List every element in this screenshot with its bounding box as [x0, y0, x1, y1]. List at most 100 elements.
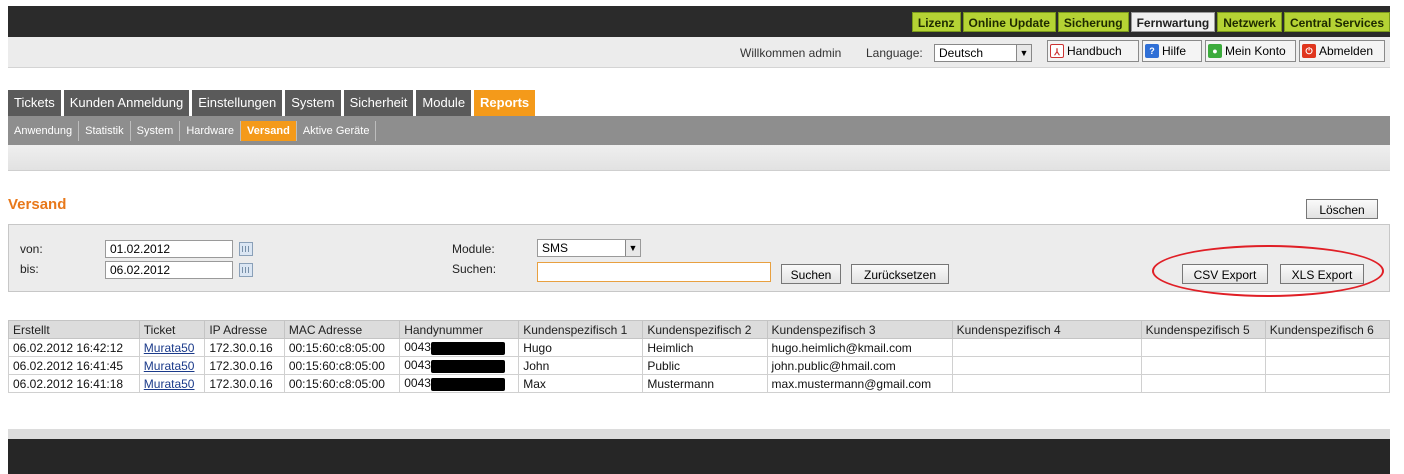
- cell-phone: 0043: [399, 356, 520, 375]
- cell-custom-4: [951, 338, 1142, 357]
- page-title: Versand: [8, 196, 67, 213]
- hilfe-label: Hilfe: [1162, 44, 1187, 58]
- welcome-text: Willkommen admin: [740, 46, 842, 60]
- column-header[interactable]: Erstellt: [8, 320, 140, 339]
- sub-tabs: Anwendung Statistik System Hardware Vers…: [8, 121, 377, 141]
- hilfe-button[interactable]: ? Hilfe: [1142, 40, 1202, 62]
- subtab-system[interactable]: System: [131, 121, 181, 141]
- tab-einstellungen[interactable]: Einstellungen: [192, 90, 283, 116]
- cell-custom-6: [1264, 356, 1391, 375]
- cell-ip: 172.30.0.16: [204, 338, 285, 357]
- account-icon: ●: [1208, 44, 1222, 58]
- column-header[interactable]: Kundenspezifisch 4: [951, 320, 1142, 339]
- subtab-hardware[interactable]: Hardware: [180, 121, 241, 141]
- language-label: Language:: [866, 46, 923, 60]
- column-header[interactable]: MAC Adresse: [283, 320, 401, 339]
- subtab-aktive-geraete[interactable]: Aktive Geräte: [297, 121, 377, 141]
- chevron-down-icon: ▼: [625, 240, 640, 256]
- cell-custom-1: Hugo: [518, 338, 644, 357]
- cell-custom-6: [1264, 374, 1391, 393]
- cell-mac: 00:15:60:c8:05:00: [283, 338, 401, 357]
- column-header[interactable]: Kundenspezifisch 2: [642, 320, 768, 339]
- topnav-sicherung[interactable]: Sicherung: [1057, 12, 1129, 32]
- column-header[interactable]: Kundenspezifisch 6: [1264, 320, 1391, 339]
- language-select[interactable]: Deutsch ▼: [934, 44, 1032, 62]
- column-header[interactable]: Kundenspezifisch 3: [766, 320, 953, 339]
- cell-ip: 172.30.0.16: [204, 356, 285, 375]
- cell-custom-4: [951, 356, 1142, 375]
- cell-ticket: Murata50: [138, 374, 206, 393]
- cell-created: 06.02.2012 16:42:12: [8, 338, 140, 357]
- cell-custom-2: Heimlich: [642, 338, 768, 357]
- tab-tickets[interactable]: Tickets: [8, 90, 61, 116]
- column-header[interactable]: Kundenspezifisch 1: [518, 320, 644, 339]
- results-table: Erstellt Ticket IP Adresse MAC Adresse H…: [8, 320, 1391, 393]
- search-input[interactable]: [537, 262, 771, 282]
- handbuch-label: Handbuch: [1067, 44, 1122, 58]
- subtab-statistik[interactable]: Statistik: [79, 121, 131, 141]
- cell-custom-6: [1264, 338, 1391, 357]
- table-row: 06.02.2012 16:41:18 Murata50 172.30.0.16…: [8, 374, 1391, 393]
- topnav-lizenz[interactable]: Lizenz: [911, 12, 961, 32]
- cell-custom-5: [1140, 374, 1266, 393]
- tab-system[interactable]: System: [285, 90, 341, 116]
- tab-reports[interactable]: Reports: [474, 90, 536, 116]
- power-icon: ⏻: [1302, 44, 1316, 58]
- mein-konto-label: Mein Konto: [1225, 44, 1286, 58]
- module-select[interactable]: SMS ▼: [537, 239, 641, 257]
- cell-mac: 00:15:60:c8:05:00: [283, 356, 401, 375]
- cell-custom-3: max.mustermann@gmail.com: [766, 374, 953, 393]
- help-icon: ?: [1145, 44, 1159, 58]
- mein-konto-button[interactable]: ● Mein Konto: [1205, 40, 1296, 62]
- cell-custom-5: [1140, 356, 1266, 375]
- topnav-netzwerk[interactable]: Netzwerk: [1217, 12, 1282, 32]
- ticket-link[interactable]: Murata50: [144, 341, 195, 355]
- tab-sicherheit[interactable]: Sicherheit: [343, 90, 414, 116]
- cell-custom-3: john.public@hmail.com: [766, 356, 953, 375]
- tab-module[interactable]: Module: [416, 90, 472, 116]
- cell-ticket: Murata50: [138, 338, 206, 357]
- phone-prefix: 0043: [404, 340, 431, 355]
- calendar-icon[interactable]: [239, 263, 253, 277]
- tab-kunden-anmeldung[interactable]: Kunden Anmeldung: [63, 90, 190, 116]
- column-header[interactable]: Ticket: [138, 320, 206, 339]
- column-header[interactable]: Handynummer: [399, 320, 520, 339]
- ticket-link[interactable]: Murata50: [144, 377, 195, 391]
- cell-ip: 172.30.0.16: [204, 374, 285, 393]
- ticket-link[interactable]: Murata50: [144, 359, 195, 373]
- abmelden-button[interactable]: ⏻ Abmelden: [1299, 40, 1385, 62]
- from-date-input[interactable]: 01.02.2012: [105, 240, 233, 258]
- phone-prefix: 0043: [404, 358, 431, 373]
- cell-custom-1: John: [518, 356, 644, 375]
- chevron-down-icon: ▼: [1016, 45, 1031, 61]
- search-button[interactable]: Suchen: [781, 264, 841, 284]
- topnav-fernwartung[interactable]: Fernwartung: [1130, 12, 1216, 32]
- table-row: 06.02.2012 16:42:12 Murata50 172.30.0.16…: [8, 338, 1391, 357]
- from-label: von:: [20, 242, 43, 256]
- topnav-online-update[interactable]: Online Update: [962, 12, 1056, 32]
- cell-custom-3: hugo.heimlich@kmail.com: [766, 338, 953, 357]
- search-label: Suchen:: [452, 262, 497, 276]
- pdf-icon: ⅄: [1050, 44, 1064, 58]
- cell-ticket: Murata50: [138, 356, 206, 375]
- topnav-central-services[interactable]: Central Services: [1283, 12, 1390, 32]
- footer-bar: [8, 439, 1390, 474]
- from-date-value: 01.02.2012: [110, 242, 171, 256]
- to-date-value: 06.02.2012: [110, 263, 171, 277]
- footer-band: [8, 429, 1390, 439]
- delete-button[interactable]: Löschen: [1306, 199, 1378, 219]
- cell-phone: 0043: [399, 338, 520, 357]
- handbuch-button[interactable]: ⅄ Handbuch: [1047, 40, 1139, 62]
- reset-button[interactable]: Zurücksetzen: [851, 264, 949, 284]
- column-header[interactable]: IP Adresse: [204, 320, 285, 339]
- subtab-versand[interactable]: Versand: [241, 121, 297, 141]
- cell-custom-1: Max: [518, 374, 644, 393]
- calendar-icon[interactable]: [239, 242, 253, 256]
- table-row: 06.02.2012 16:41:45 Murata50 172.30.0.16…: [8, 356, 1391, 375]
- toolbar-band: [8, 145, 1390, 171]
- column-header[interactable]: Kundenspezifisch 5: [1140, 320, 1266, 339]
- redacted-block: [430, 341, 505, 355]
- cell-custom-2: Mustermann: [642, 374, 768, 393]
- to-date-input[interactable]: 06.02.2012: [105, 261, 233, 279]
- subtab-anwendung[interactable]: Anwendung: [8, 121, 80, 141]
